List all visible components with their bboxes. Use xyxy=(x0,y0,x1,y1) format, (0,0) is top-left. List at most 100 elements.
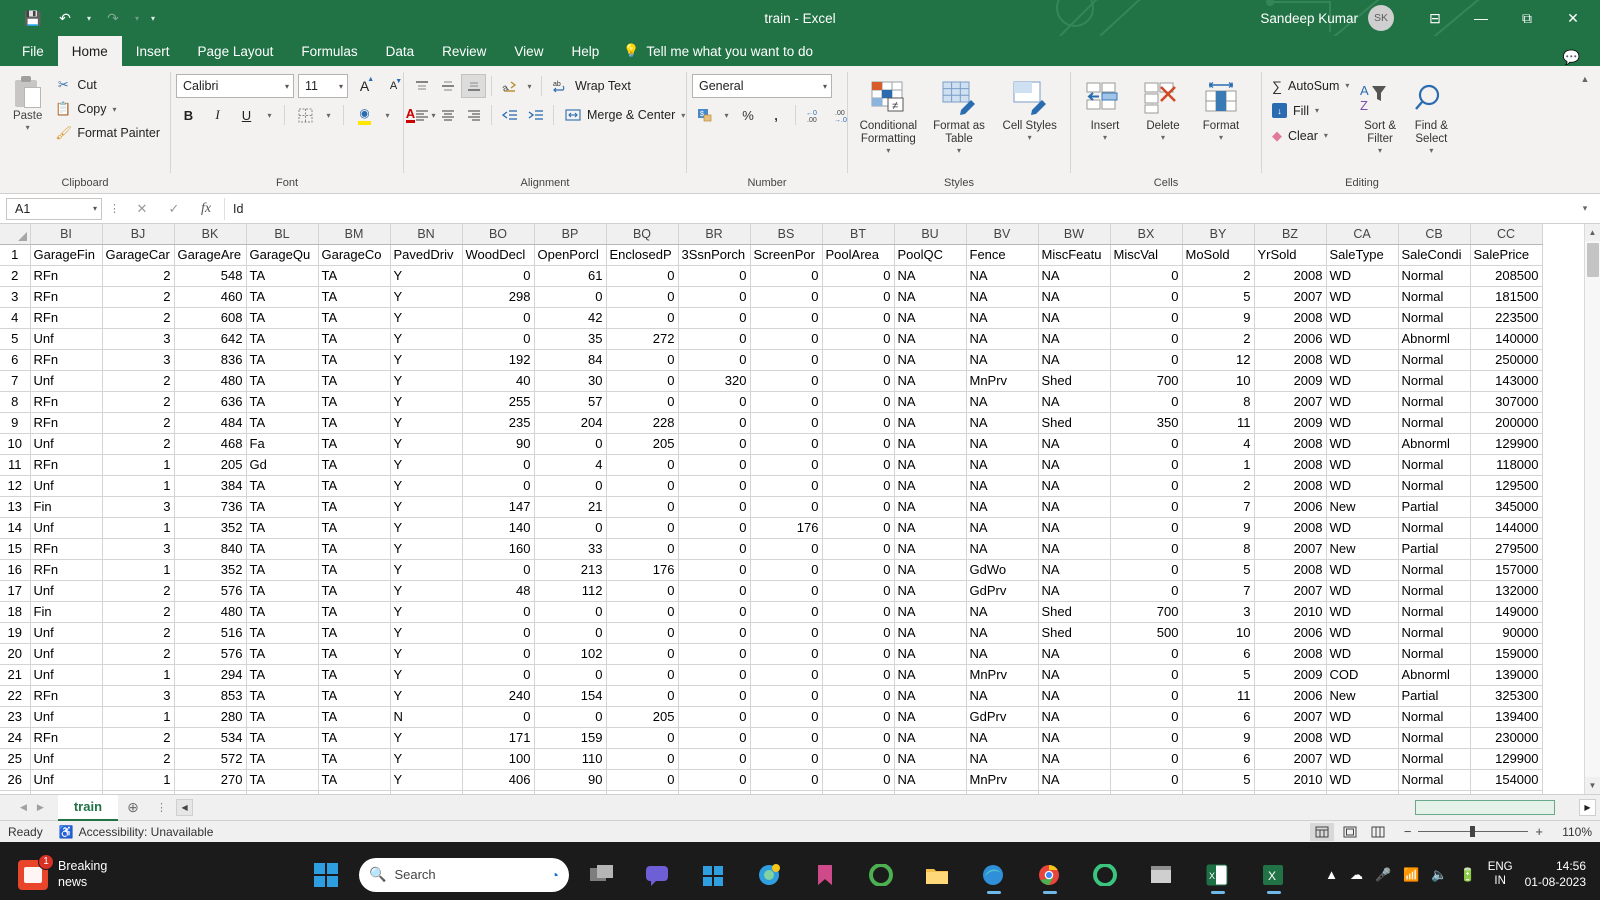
cell-BO6[interactable]: 192 xyxy=(462,349,535,371)
cell-BP25[interactable]: 110 xyxy=(534,748,607,770)
cell-CB19[interactable]: Normal xyxy=(1398,622,1471,644)
cell-CC17[interactable]: 132000 xyxy=(1470,580,1543,602)
cell-BO24[interactable]: 171 xyxy=(462,727,535,749)
cell-BW8[interactable]: NA xyxy=(1038,391,1111,413)
cell-BY25[interactable]: 6 xyxy=(1182,748,1255,770)
cell-BK10[interactable]: 468 xyxy=(174,433,247,455)
cell-BN18[interactable]: Y xyxy=(390,601,463,623)
cell-BI13[interactable]: Fin xyxy=(30,496,103,518)
cell-CA26[interactable]: WD xyxy=(1326,769,1399,791)
maximize-icon[interactable]: ⧉ xyxy=(1504,0,1550,36)
delete-cells-dropdown-icon[interactable]: ▾ xyxy=(1161,133,1165,142)
header-cell-BJ1[interactable]: GarageCar xyxy=(102,244,175,266)
cell-CC27[interactable]: 256300 xyxy=(1470,790,1543,794)
cell-BK5[interactable]: 642 xyxy=(174,328,247,350)
cell-BR11[interactable]: 0 xyxy=(678,454,751,476)
cell-BU26[interactable]: NA xyxy=(894,769,967,791)
cell-BI2[interactable]: RFn xyxy=(30,265,103,287)
cell-BT23[interactable]: 0 xyxy=(822,706,895,728)
cell-BL14[interactable]: TA xyxy=(246,517,319,539)
cell-BO7[interactable]: 40 xyxy=(462,370,535,392)
cell-BJ16[interactable]: 1 xyxy=(102,559,175,581)
cell-BJ5[interactable]: 3 xyxy=(102,328,175,350)
cell-CB15[interactable]: Partial xyxy=(1398,538,1471,560)
cell-BW27[interactable]: NA xyxy=(1038,790,1111,794)
zoom-slider-thumb[interactable] xyxy=(1470,826,1476,837)
expand-formula-bar-icon[interactable]: ▾ xyxy=(1576,203,1594,214)
cell-CB20[interactable]: Normal xyxy=(1398,643,1471,665)
cell-BQ15[interactable]: 0 xyxy=(606,538,679,560)
cell-CA25[interactable]: WD xyxy=(1326,748,1399,770)
cell-BT16[interactable]: 0 xyxy=(822,559,895,581)
cell-BV18[interactable]: NA xyxy=(966,601,1039,623)
cell-BJ9[interactable]: 2 xyxy=(102,412,175,434)
cell-CA17[interactable]: WD xyxy=(1326,580,1399,602)
cell-BS25[interactable]: 0 xyxy=(750,748,823,770)
cell-BW4[interactable]: NA xyxy=(1038,307,1111,329)
cell-BZ9[interactable]: 2009 xyxy=(1254,412,1327,434)
align-center-button[interactable] xyxy=(435,103,460,127)
cell-BS8[interactable]: 0 xyxy=(750,391,823,413)
decrease-indent-button[interactable] xyxy=(497,103,522,127)
cell-CC23[interactable]: 139400 xyxy=(1470,706,1543,728)
find-select-dropdown-icon[interactable]: ▾ xyxy=(1429,146,1433,155)
cell-BK14[interactable]: 352 xyxy=(174,517,247,539)
taskbar-app-chrome[interactable] xyxy=(1030,855,1070,895)
zoom-in-button[interactable]: + xyxy=(1535,824,1543,839)
cell-BP7[interactable]: 30 xyxy=(534,370,607,392)
cell-CA23[interactable]: WD xyxy=(1326,706,1399,728)
cell-BZ21[interactable]: 2009 xyxy=(1254,664,1327,686)
cell-BV25[interactable]: NA xyxy=(966,748,1039,770)
cell-CA24[interactable]: WD xyxy=(1326,727,1399,749)
cell-CA6[interactable]: WD xyxy=(1326,349,1399,371)
cell-CC18[interactable]: 149000 xyxy=(1470,601,1543,623)
cell-BN14[interactable]: Y xyxy=(390,517,463,539)
cell-BY24[interactable]: 9 xyxy=(1182,727,1255,749)
news-widget[interactable]: 1 Breaking news xyxy=(0,853,107,890)
cell-BY11[interactable]: 1 xyxy=(1182,454,1255,476)
underline-dropdown-icon[interactable]: ▾ xyxy=(263,103,276,127)
column-header-BI[interactable]: BI xyxy=(30,224,103,245)
cell-BX10[interactable]: 0 xyxy=(1110,433,1183,455)
taskbar-app-file-explorer[interactable] xyxy=(918,855,958,895)
cell-BM27[interactable]: TA xyxy=(318,790,391,794)
cell-BZ7[interactable]: 2009 xyxy=(1254,370,1327,392)
cell-CC19[interactable]: 90000 xyxy=(1470,622,1543,644)
cell-BI9[interactable]: RFn xyxy=(30,412,103,434)
row-header-11[interactable]: 11 xyxy=(0,454,31,476)
cell-BV14[interactable]: NA xyxy=(966,517,1039,539)
cell-BP8[interactable]: 57 xyxy=(534,391,607,413)
cell-BU21[interactable]: NA xyxy=(894,664,967,686)
cell-BN19[interactable]: Y xyxy=(390,622,463,644)
normal-view-button[interactable] xyxy=(1309,822,1334,841)
cell-BT24[interactable]: 0 xyxy=(822,727,895,749)
taskbar-app-edge-beta[interactable] xyxy=(750,855,790,895)
tab-review[interactable]: Review xyxy=(428,36,500,66)
cell-BL12[interactable]: TA xyxy=(246,475,319,497)
header-cell-BV1[interactable]: Fence xyxy=(966,244,1039,266)
cell-BV22[interactable]: NA xyxy=(966,685,1039,707)
cell-CC15[interactable]: 279500 xyxy=(1470,538,1543,560)
cell-BJ7[interactable]: 2 xyxy=(102,370,175,392)
column-header-BM[interactable]: BM xyxy=(318,224,391,245)
cell-BW6[interactable]: NA xyxy=(1038,349,1111,371)
cell-BZ15[interactable]: 2007 xyxy=(1254,538,1327,560)
cell-CA27[interactable]: WD xyxy=(1326,790,1399,794)
cell-BS5[interactable]: 0 xyxy=(750,328,823,350)
cell-BY7[interactable]: 10 xyxy=(1182,370,1255,392)
taskbar-app-window[interactable] xyxy=(1142,855,1182,895)
taskbar-app-browser-circle[interactable] xyxy=(862,855,902,895)
tray-battery-icon[interactable]: 🔋 xyxy=(1460,867,1476,883)
cell-BI4[interactable]: RFn xyxy=(30,307,103,329)
cell-BJ20[interactable]: 2 xyxy=(102,643,175,665)
cell-CC6[interactable]: 250000 xyxy=(1470,349,1543,371)
cell-BO10[interactable]: 90 xyxy=(462,433,535,455)
taskbar-app-store[interactable] xyxy=(694,855,734,895)
cell-BQ16[interactable]: 176 xyxy=(606,559,679,581)
cell-CC14[interactable]: 144000 xyxy=(1470,517,1543,539)
cell-BN6[interactable]: Y xyxy=(390,349,463,371)
row-header-25[interactable]: 25 xyxy=(0,748,31,770)
cell-BQ18[interactable]: 0 xyxy=(606,601,679,623)
cell-BK23[interactable]: 280 xyxy=(174,706,247,728)
cell-BI18[interactable]: Fin xyxy=(30,601,103,623)
